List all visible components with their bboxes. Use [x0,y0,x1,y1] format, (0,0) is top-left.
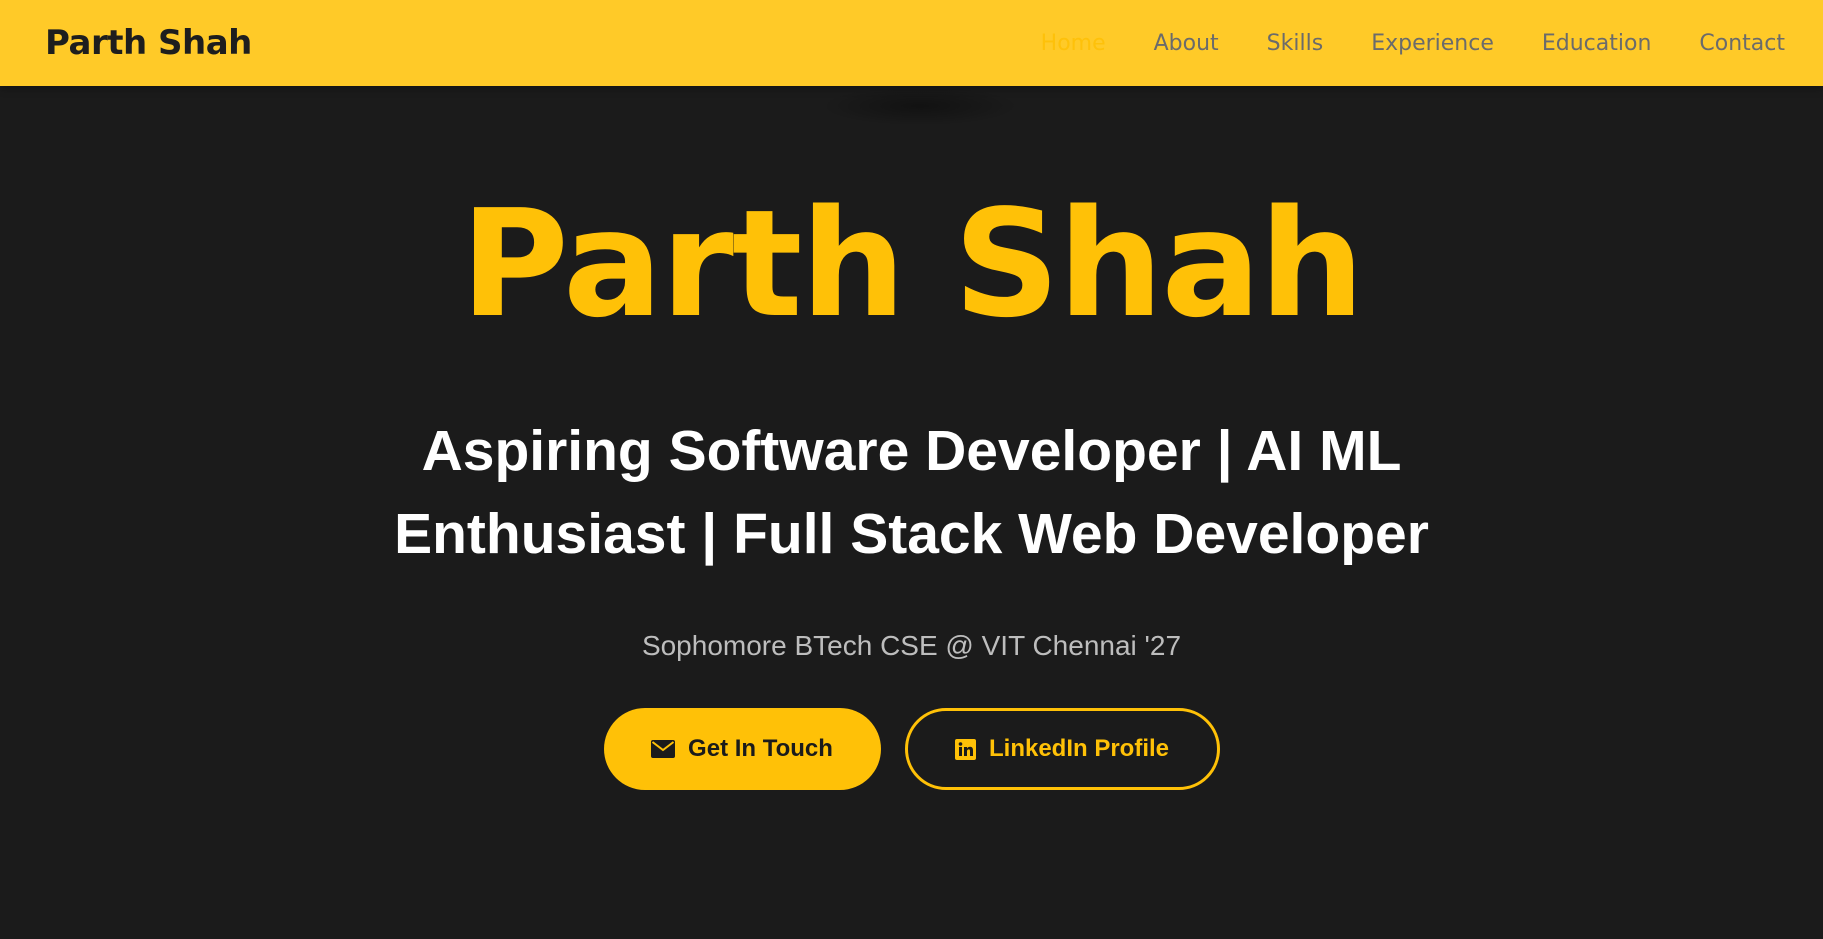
nav-link-contact[interactable]: Contact [1699,31,1785,56]
linkedin-icon [954,738,976,760]
hero-subtitle: Sophomore BTech CSE @ VIT Chennai '27 [641,630,1182,661]
nav-link-education[interactable]: Education [1542,31,1652,56]
envelope-icon [651,740,676,758]
hero-section: Parth Shah Aspiring Software Developer |… [0,86,1823,939]
nav-link-skills[interactable]: Skills [1267,31,1324,56]
hero-name: Parth Shah [460,178,1364,350]
get-in-touch-label: Get In Touch [688,735,833,762]
get-in-touch-button[interactable]: Get In Touch [603,708,881,790]
nav-link-about[interactable]: About [1154,31,1219,56]
nav-link-home[interactable]: Home [1041,31,1106,56]
linkedin-profile-label: LinkedIn Profile [988,735,1170,762]
hero-buttons: Get In Touch LinkedIn Profile [603,708,1220,790]
navbar-shadow-glow [820,86,1020,126]
nav-links: Home About Skills Experience Education C… [993,31,1785,56]
hero-tagline: Aspiring Software Developer | AI ML Enth… [394,419,1429,566]
nav-link-experience[interactable]: Experience [1371,31,1494,56]
brand-logo-text[interactable]: Parth Shah [45,23,252,63]
navbar: Parth Shah Home About Skills Experience … [0,0,1823,86]
linkedin-profile-button[interactable]: LinkedIn Profile [904,708,1220,790]
